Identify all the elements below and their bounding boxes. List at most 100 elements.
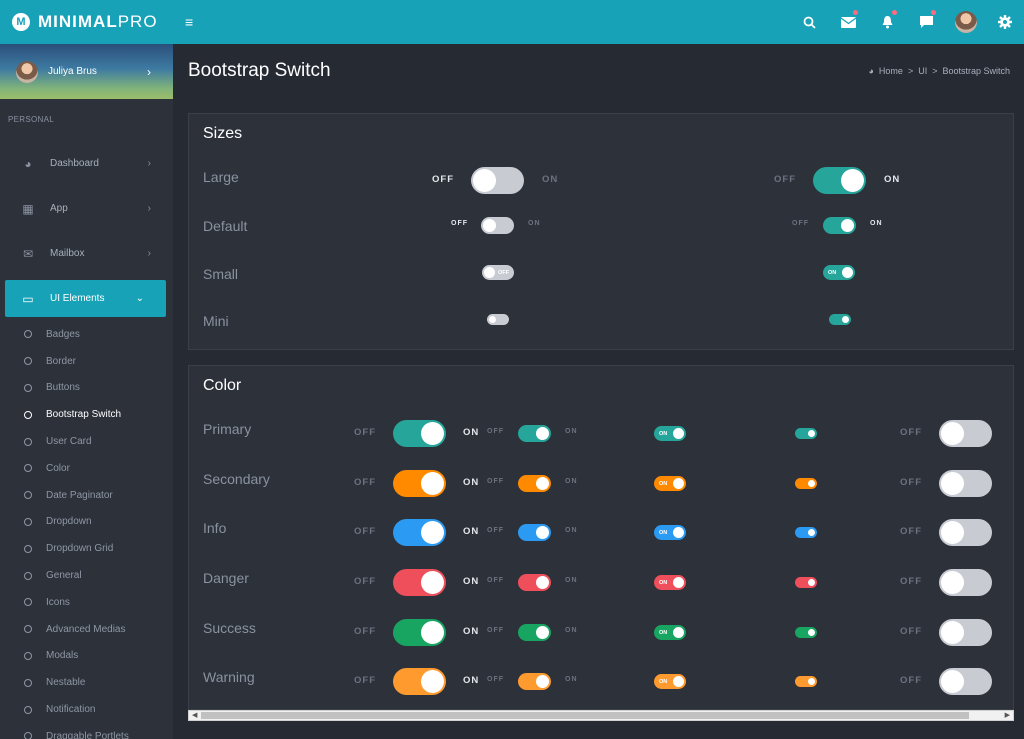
sidebar-subitem-date-paginator[interactable]: Date Paginator bbox=[0, 482, 173, 509]
switch-knob bbox=[842, 267, 853, 278]
sidebar-item-app[interactable]: ▦ App › bbox=[0, 186, 173, 231]
bell-icon[interactable] bbox=[868, 0, 907, 44]
sidebar-section-label: PERSONAL bbox=[8, 115, 54, 124]
sidebar-item-mailbox[interactable]: ✉ Mailbox › bbox=[0, 231, 173, 276]
primary-small-switch[interactable]: ON bbox=[654, 426, 686, 441]
info-mini-switch[interactable] bbox=[795, 527, 817, 538]
sidebar-subitem-user-card[interactable]: User Card bbox=[0, 428, 173, 455]
danger-large-switch-off[interactable] bbox=[939, 569, 992, 596]
on-label: ON bbox=[870, 220, 883, 227]
off-label: OFF bbox=[487, 627, 504, 634]
small-switch-on[interactable]: ON bbox=[823, 265, 855, 280]
sidebar-subitem-modals[interactable]: Modals bbox=[0, 643, 173, 670]
sidebar-subitem-buttons[interactable]: Buttons bbox=[0, 375, 173, 402]
primary-large-switch[interactable] bbox=[393, 420, 446, 447]
info-large-switch[interactable] bbox=[393, 519, 446, 546]
sidebar-subitem-badges[interactable]: Badges bbox=[0, 321, 173, 348]
on-label: ON bbox=[565, 577, 578, 584]
sidebar-subitem-label: Color bbox=[46, 462, 70, 474]
danger-mini-switch[interactable] bbox=[795, 577, 817, 588]
success-large-switch[interactable] bbox=[393, 619, 446, 646]
mail-icon[interactable] bbox=[829, 0, 868, 44]
scroll-left-icon[interactable]: ◀ bbox=[192, 711, 197, 720]
circle-icon bbox=[24, 651, 32, 660]
default-switch-off[interactable] bbox=[481, 217, 514, 234]
sidebar-subitem-label: Border bbox=[46, 355, 77, 367]
warning-mini-switch[interactable] bbox=[795, 676, 817, 687]
secondary-large-switch[interactable] bbox=[393, 470, 446, 497]
sidebar-subitem-label: General bbox=[46, 570, 82, 582]
sidebar-subitem-dropdown[interactable]: Dropdown bbox=[0, 509, 173, 536]
primary-mini-switch[interactable] bbox=[795, 428, 817, 439]
mail-icon: ✉ bbox=[22, 246, 34, 261]
search-icon[interactable] bbox=[790, 0, 829, 44]
mini-switch-off[interactable] bbox=[487, 314, 509, 325]
sidebar-subitem-draggable-portlets[interactable]: Draggable Portlets bbox=[0, 723, 173, 739]
sidebar-subitem-icons[interactable]: Icons bbox=[0, 589, 173, 616]
on-label: ON bbox=[542, 174, 559, 185]
info-default-switch[interactable] bbox=[518, 524, 551, 541]
color-row-label: Warning bbox=[203, 669, 255, 685]
large-switch-on[interactable] bbox=[813, 167, 866, 194]
breadcrumb-home[interactable]: Home bbox=[879, 66, 903, 76]
secondary-mini-switch[interactable] bbox=[795, 478, 817, 489]
scroll-right-icon[interactable]: ▶ bbox=[1005, 711, 1010, 720]
off-label: OFF bbox=[792, 220, 809, 227]
sidebar-subitem-bootstrap-switch[interactable]: Bootstrap Switch bbox=[0, 401, 173, 428]
warning-large-switch[interactable] bbox=[393, 668, 446, 695]
warning-default-switch[interactable] bbox=[518, 673, 551, 690]
circle-icon bbox=[24, 330, 32, 339]
warning-small-switch[interactable]: ON bbox=[654, 674, 686, 689]
gear-icon[interactable] bbox=[985, 0, 1024, 44]
secondary-small-switch[interactable]: ON bbox=[654, 476, 686, 491]
info-large-switch-off[interactable] bbox=[939, 519, 992, 546]
primary-default-switch[interactable] bbox=[518, 425, 551, 442]
sidebar-subitem-border[interactable]: Border bbox=[0, 348, 173, 375]
sidebar-subitem-general[interactable]: General bbox=[0, 562, 173, 589]
off-label: OFF bbox=[900, 427, 922, 438]
menu-icon[interactable]: ≡ bbox=[185, 14, 193, 30]
sidebar-item-dashboard[interactable]: ◕ Dashboard › bbox=[0, 141, 173, 186]
secondary-large-switch-off[interactable] bbox=[939, 470, 992, 497]
danger-large-switch[interactable] bbox=[393, 569, 446, 596]
horizontal-scrollbar[interactable]: ◀ ▶ bbox=[188, 710, 1014, 721]
sidebar-subitem-nestable[interactable]: Nestable bbox=[0, 669, 173, 696]
main-content: Bootstrap Switch ◕ Home > UI > Bootstrap… bbox=[173, 44, 1024, 739]
sidebar-subitem-label: Modals bbox=[46, 650, 79, 662]
success-small-switch[interactable]: ON bbox=[654, 625, 686, 640]
sidebar-subitem-dropdown-grid[interactable]: Dropdown Grid bbox=[0, 535, 173, 562]
mini-switch-on[interactable] bbox=[829, 314, 851, 325]
chevron-right-icon: › bbox=[147, 203, 151, 214]
user-avatar-top[interactable] bbox=[946, 0, 985, 44]
breadcrumb-ui[interactable]: UI bbox=[918, 66, 927, 76]
default-switch-on[interactable] bbox=[823, 217, 856, 234]
switch-inner-label: ON bbox=[659, 629, 668, 636]
sizes-box: Sizes Large Default Small Mini OFF ON OFF ON OFF… bbox=[188, 113, 1014, 350]
success-large-switch-off[interactable] bbox=[939, 619, 992, 646]
warning-large-switch-off[interactable] bbox=[939, 668, 992, 695]
sidebar-item-ui-elements[interactable]: ▭ UI Elements ⌄ bbox=[5, 280, 166, 317]
sidebar-subitem-color[interactable]: Color bbox=[0, 455, 173, 482]
success-mini-switch[interactable] bbox=[795, 627, 817, 638]
sidebar-subitem-advanced-medias[interactable]: Advanced Medias bbox=[0, 616, 173, 643]
scroll-thumb[interactable] bbox=[201, 712, 969, 719]
info-small-switch[interactable]: ON bbox=[654, 525, 686, 540]
switch-inner-label: ON bbox=[659, 678, 668, 685]
primary-large-switch-off[interactable] bbox=[939, 420, 992, 447]
grid-icon: ▦ bbox=[22, 201, 34, 216]
chat-icon[interactable] bbox=[907, 0, 946, 44]
danger-default-switch[interactable] bbox=[518, 574, 551, 591]
off-label: OFF bbox=[487, 676, 504, 683]
success-default-switch[interactable] bbox=[518, 624, 551, 641]
secondary-default-switch[interactable] bbox=[518, 475, 551, 492]
sidebar-subitem-notification[interactable]: Notification bbox=[0, 696, 173, 723]
switch-knob bbox=[421, 621, 444, 644]
brand[interactable]: M MINIMALPRO bbox=[0, 0, 173, 44]
danger-small-switch[interactable]: ON bbox=[654, 575, 686, 590]
large-switch-off[interactable] bbox=[471, 167, 524, 194]
off-label: OFF bbox=[487, 577, 504, 584]
on-label: ON bbox=[565, 676, 578, 683]
breadcrumb-current: Bootstrap Switch bbox=[942, 66, 1010, 76]
small-switch-off[interactable]: OFF bbox=[482, 265, 514, 280]
user-panel[interactable]: Juliya Brus › bbox=[0, 44, 173, 99]
